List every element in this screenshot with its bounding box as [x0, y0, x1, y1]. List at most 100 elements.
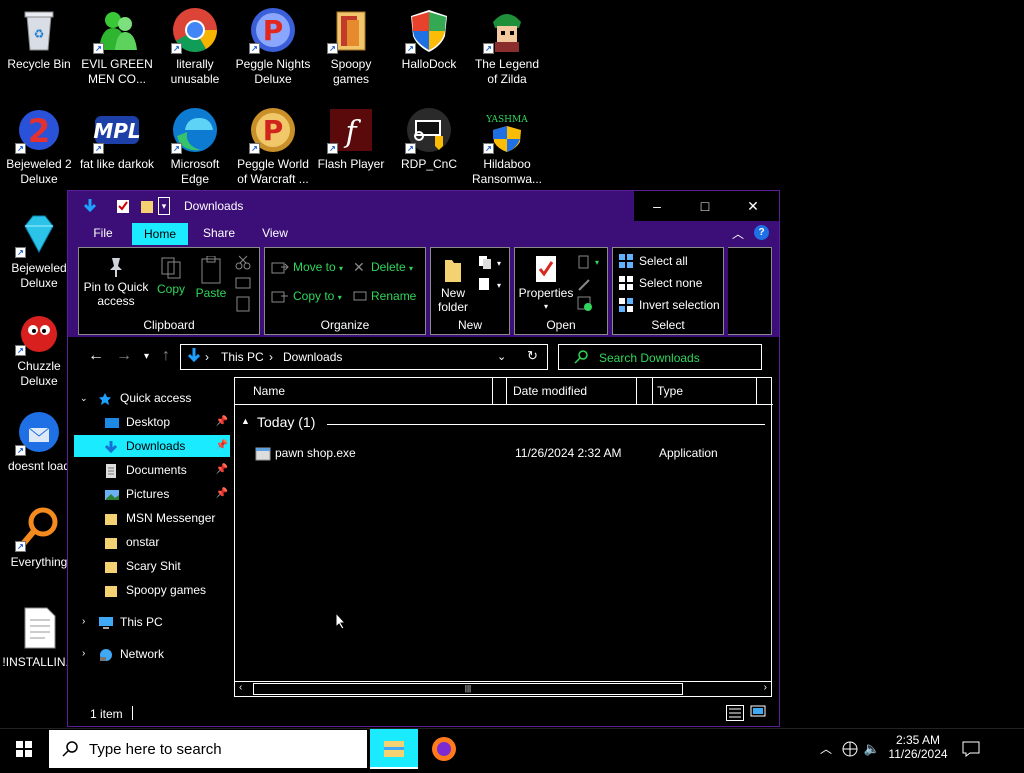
breadcrumb-downloads[interactable]: Downloads — [283, 350, 342, 364]
collapse-group-icon[interactable]: ▲ — [241, 416, 250, 426]
history-icon[interactable] — [577, 296, 593, 315]
scroll-left-icon[interactable]: ‹ — [239, 682, 242, 693]
paste-shortcut-icon[interactable] — [235, 296, 251, 315]
easy-access-icon[interactable]: ▾ — [477, 276, 503, 294]
horizontal-scrollbar[interactable]: ‹ ||| › — [234, 681, 772, 697]
details-view-icon[interactable] — [726, 705, 744, 721]
network-globe-icon[interactable] — [840, 729, 860, 769]
close-button[interactable]: ✕ — [730, 191, 776, 221]
tab-view[interactable]: View — [250, 223, 300, 245]
breadcrumb-this-pc[interactable]: This PC — [221, 350, 264, 364]
open-icon[interactable]: ▾ — [577, 254, 603, 273]
clock[interactable]: 2:35 AM 11/26/2024 — [886, 729, 950, 769]
desktop-icon-legend-zilda[interactable]: ↗ The Legend of Zilda — [468, 0, 546, 87]
nav-item-desktop[interactable]: Desktop 📌 — [74, 411, 230, 433]
nav-item-scary-shit[interactable]: Scary Shit — [74, 555, 230, 577]
desktop-icon-spoopy-games[interactable]: ↗ Spoopy games — [312, 0, 390, 87]
tab-file[interactable]: File — [78, 223, 128, 245]
minimize-button[interactable]: – — [634, 191, 680, 221]
taskbar-firefox[interactable] — [420, 729, 468, 769]
large-icons-view-icon[interactable] — [750, 705, 766, 722]
column-header-type[interactable]: Type — [653, 378, 757, 404]
start-button[interactable] — [0, 729, 48, 769]
column-header-date-modified[interactable]: Date modified — [507, 378, 637, 404]
new-folder-button[interactable]: New folder — [433, 256, 473, 314]
shortcut-arrow-icon: ↗ — [93, 43, 104, 54]
invert-selection-button[interactable]: Invert selection — [619, 296, 720, 314]
back-button[interactable]: ← — [88, 347, 104, 365]
rename-button[interactable]: Rename — [353, 287, 416, 305]
select-all-button[interactable]: Select all — [619, 252, 688, 270]
desktop-icon-hildaboo[interactable]: YASHMA ↗ Hildaboo Ransomwa... — [468, 100, 546, 187]
nav-this-pc[interactable]: › This PC — [74, 611, 230, 633]
tab-share[interactable]: Share — [192, 223, 246, 245]
desktop-icon-peggle-warcraft[interactable]: P ↗ Peggle World of Warcraft ... — [234, 100, 312, 187]
column-header-name[interactable]: Name — [235, 378, 493, 404]
forward-button[interactable]: → — [116, 347, 132, 365]
show-hidden-icons-chevron-icon[interactable]: ︿ — [816, 729, 836, 769]
desktop-icon-rdp[interactable]: ↗ RDP_CnC — [390, 100, 468, 172]
title-bar[interactable]: ▾ Downloads – □ ✕ — [68, 191, 779, 221]
desktop-icon-hallodock[interactable]: ↗ HalloDock — [390, 0, 468, 72]
new-item-icon[interactable]: ▾ — [477, 254, 503, 272]
nav-quick-access[interactable]: ⌄ Quick access — [74, 387, 230, 409]
delete-button[interactable]: ✕ Delete ▾ — [353, 258, 413, 276]
maximize-button[interactable]: □ — [682, 191, 728, 221]
taskbar-search-input[interactable]: Type here to search — [89, 741, 222, 758]
desktop-icon-recycle-bin[interactable]: ♻ Recycle Bin — [0, 0, 78, 72]
address-box[interactable]: › This PC › Downloads ⌄ ↻ — [180, 344, 548, 370]
taskbar-search-box[interactable]: Type here to search — [48, 729, 368, 769]
desktop-icon-literally-unusable[interactable]: ↗ literally unusable — [156, 0, 234, 87]
paste-label: Paste — [195, 286, 227, 300]
notifications-icon[interactable] — [956, 729, 986, 769]
quick-access-download-icon[interactable] — [82, 197, 98, 215]
desktop-icon-flash[interactable]: f ↗ Flash Player — [312, 100, 390, 172]
paste-button[interactable]: Paste — [191, 255, 231, 300]
desktop-icon-fat-darkok[interactable]: MPL ↗ fat like darkok — [78, 100, 156, 172]
nav-network[interactable]: › Network — [74, 643, 230, 665]
edit-icon[interactable] — [577, 276, 593, 295]
desktop-icon-edge[interactable]: ↗ Microsoft Edge — [156, 100, 234, 187]
nav-item-pictures[interactable]: Pictures 📌 — [74, 483, 230, 505]
search-box[interactable]: Search Downloads — [558, 344, 762, 370]
copy-button[interactable]: Copy — [153, 256, 189, 296]
taskbar-file-explorer[interactable] — [370, 729, 418, 769]
table-row[interactable]: pawn shop.exe 11/26/2024 2:32 AM Applica… — [235, 442, 773, 464]
desktop-icon-label: Peggle Nights — [235, 57, 311, 71]
volume-icon[interactable]: 🔈 — [862, 729, 882, 769]
item-count: 1 item — [90, 707, 123, 721]
chevron-down-icon: ▾ — [339, 264, 344, 273]
search-input[interactable]: Search Downloads — [599, 351, 700, 365]
address-dropdown-icon[interactable]: ⌄ — [497, 350, 506, 363]
qat-dropdown-icon[interactable]: ▾ — [158, 197, 170, 215]
properties-button[interactable]: Properties ▾ — [517, 254, 575, 314]
up-button[interactable]: ↑ — [162, 347, 170, 365]
desktop-icon-label: EVIL GREEN — [81, 57, 153, 71]
tab-home[interactable]: Home — [132, 223, 188, 245]
properties-checkbox-icon[interactable] — [116, 197, 130, 215]
nav-item-onstar[interactable]: onstar — [74, 531, 230, 553]
help-icon[interactable]: ? — [754, 225, 769, 240]
select-none-button[interactable]: Select none — [619, 274, 702, 292]
nav-item-spoopy-games[interactable]: Spoopy games — [74, 579, 230, 601]
nav-item-downloads[interactable]: Downloads 📌 — [74, 435, 230, 457]
new-group: New folder ▾ ▾ New — [430, 247, 510, 335]
desktop-icon-evil-green[interactable]: ↗ EVIL GREEN MEN CO... — [78, 0, 156, 87]
desktop-icon-bejeweled2[interactable]: 2 ↗ Bejeweled 2 Deluxe — [0, 100, 78, 187]
nav-item-msn-messenger[interactable]: MSN Messenger — [74, 507, 230, 529]
refresh-icon[interactable]: ↻ — [527, 348, 538, 364]
copy-path-icon[interactable] — [235, 276, 251, 293]
collapse-ribbon-icon[interactable]: ︿ — [732, 225, 744, 242]
scroll-right-icon[interactable]: › — [764, 682, 767, 693]
nav-item-documents[interactable]: Documents 📌 — [74, 459, 230, 481]
group-header-today[interactable]: Today (1) — [257, 414, 315, 430]
new-folder-icon[interactable] — [140, 197, 154, 215]
desktop-icon-peggle-nights[interactable]: P ↗ Peggle Nights Deluxe — [234, 0, 312, 87]
recent-locations-chevron-icon[interactable]: ▾ — [144, 351, 149, 362]
scroll-thumb[interactable]: ||| — [253, 683, 683, 695]
cut-icon[interactable] — [235, 254, 251, 273]
pin-to-quick-access-button[interactable]: Pin to Quick access — [83, 256, 149, 308]
copy-to-button[interactable]: Copy to ▾ — [271, 287, 342, 305]
move-to-button[interactable]: Move to ▾ — [271, 258, 343, 276]
column-divider — [637, 378, 653, 404]
